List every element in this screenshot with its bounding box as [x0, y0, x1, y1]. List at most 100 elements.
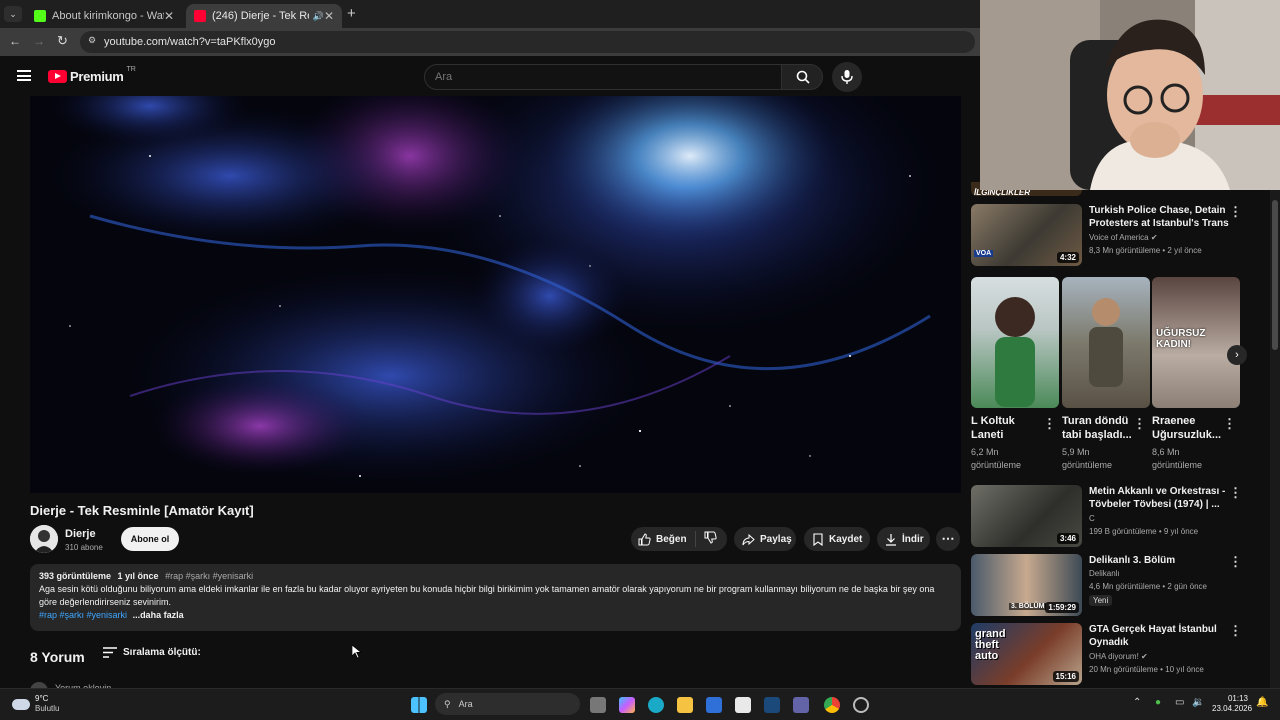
like-dislike-group: Beğen	[631, 527, 727, 551]
subscribe-button[interactable]: Abone ol	[121, 527, 179, 551]
weather-widget[interactable]: 9°C Bulutlu	[12, 694, 59, 714]
short-title[interactable]: L Koltuk Laneti	[971, 414, 1035, 442]
video-frame	[30, 96, 961, 493]
audio-playing-icon[interactable]: 🔊	[313, 11, 324, 22]
video-duration: 3:46	[1056, 533, 1079, 544]
windows-start-icon[interactable]	[411, 697, 427, 713]
more-vert-icon[interactable]: ⋮	[1229, 485, 1242, 501]
video-thumbnail[interactable]: 3. BÖLÜM 1:59:29	[971, 554, 1082, 616]
like-button[interactable]: Beğen	[631, 531, 696, 547]
video-title[interactable]: Turkish Police Chase, Detain Protesters …	[1089, 204, 1229, 230]
back-icon[interactable]: ←	[9, 34, 21, 48]
description-box[interactable]: 393 görüntüleme 1 yıl önce #rap #şarkı #…	[30, 564, 961, 631]
sort-icon	[103, 647, 117, 658]
scrollbar-thumb[interactable]	[1272, 200, 1278, 350]
forward-icon[interactable]: →	[33, 34, 45, 48]
more-vert-icon[interactable]: ⋮	[1043, 416, 1056, 432]
upload-age: 1 yıl önce	[117, 571, 159, 581]
more-vert-icon[interactable]: ⋮	[1229, 554, 1242, 570]
steam-icon[interactable]	[764, 697, 780, 713]
show-more-link[interactable]: ...daha fazla	[133, 610, 184, 620]
short-title[interactable]: Rraenee Uğursuzluk...	[1152, 414, 1224, 442]
address-bar[interactable]: ⚙ youtube.com/watch?v=taPKflx0ygo	[80, 31, 975, 53]
save-label: Kaydet	[829, 533, 863, 545]
mic-tray-icon[interactable]: ●	[1155, 697, 1161, 708]
video-thumbnail[interactable]: VOA 4:32	[971, 204, 1082, 266]
video-title[interactable]: GTA Gerçek Hayat İstanbul Oynadık	[1089, 623, 1229, 649]
taskbar-search-label: Ara	[458, 699, 473, 709]
save-button[interactable]: Kaydet	[804, 527, 870, 551]
tab-youtube[interactable]: (246) Dierje - Tek Resminle 🔊 ✕	[186, 4, 342, 28]
clock[interactable]: 01:13 23.04.2026	[1212, 694, 1253, 714]
view-count: 393 görüntüleme	[39, 571, 112, 581]
more-actions-button[interactable]: ⋯	[936, 527, 960, 551]
video-thumbnail[interactable]: 3:46	[971, 485, 1082, 547]
page-scrollbar[interactable]	[1270, 190, 1280, 688]
video-player[interactable]	[30, 96, 961, 493]
video-title[interactable]: Delikanlı 3. Bölüm	[1089, 554, 1229, 567]
video-stats: 4,6 Mn görüntüleme • 2 gün önce	[1089, 582, 1207, 591]
short-thumbnail[interactable]: UĞURSUZ KADIN!	[1152, 277, 1240, 408]
voice-search-button[interactable]	[832, 62, 862, 92]
top-hashtags[interactable]: #rap #şarkı #yenisarki	[165, 571, 253, 581]
share-button[interactable]: Paylaş	[734, 527, 796, 551]
video-title[interactable]: Metin Akkanlı ve Orkestrası - Tövbeler T…	[1089, 485, 1229, 511]
more-vert-icon[interactable]: ⋮	[1223, 416, 1236, 432]
tab-kick[interactable]: About kirimkongo - Watch Live ✕	[26, 4, 182, 28]
store-icon[interactable]	[735, 697, 751, 713]
dislike-button[interactable]	[696, 531, 717, 547]
cloud-icon	[12, 698, 30, 710]
taskbar-search[interactable]: ⚲ Ara	[435, 693, 580, 715]
thumbs-up-icon	[638, 532, 651, 545]
url-text: youtube.com/watch?v=taPKflx0ygo	[104, 36, 276, 48]
volume-icon[interactable]: 🔉	[1192, 697, 1204, 708]
mail-icon[interactable]	[706, 697, 722, 713]
video-channel[interactable]: C	[1089, 514, 1095, 523]
short-thumbnail[interactable]	[971, 277, 1059, 408]
youtube-favicon-icon	[194, 10, 206, 22]
file-explorer-icon[interactable]	[677, 697, 693, 713]
more-vert-icon[interactable]: ⋮	[1229, 204, 1242, 220]
edge-icon[interactable]	[648, 697, 664, 713]
short-title[interactable]: Turan döndü tabi başladı...	[1062, 414, 1134, 442]
channel-name[interactable]: Dierje	[65, 528, 96, 540]
youtube-logo[interactable]: Premium TR	[48, 66, 136, 84]
description-meta: 393 görüntüleme 1 yıl önce #rap #şarkı #…	[39, 570, 952, 583]
sort-comments-button[interactable]: Sıralama ölçütü:	[103, 647, 201, 658]
search-icon: ⚲	[444, 698, 451, 709]
more-vert-icon[interactable]: ⋮	[1133, 416, 1146, 432]
close-tab-icon[interactable]: ✕	[164, 9, 174, 23]
chrome-icon[interactable]	[824, 697, 840, 713]
avatar-image	[30, 525, 58, 553]
close-tab-icon[interactable]: ✕	[324, 9, 334, 23]
video-channel[interactable]: OHA diyorum! ✔	[1089, 652, 1148, 661]
video-channel[interactable]: Delikanlı	[1089, 569, 1120, 578]
network-icon[interactable]: ▭	[1175, 697, 1184, 708]
site-info-icon[interactable]: ⚙	[88, 35, 96, 46]
video-thumbnail[interactable]: grand theft auto 15:16	[971, 623, 1082, 685]
shorts-next-button[interactable]: ›	[1227, 345, 1247, 365]
mouse-cursor-icon	[352, 645, 362, 659]
notification-bell-icon[interactable]: 🔔	[1256, 697, 1268, 708]
new-tab-button[interactable]: +	[347, 5, 356, 22]
video-channel[interactable]: Voice of America ✔	[1089, 233, 1158, 242]
chevron-up-icon[interactable]: ⌃	[1133, 697, 1141, 708]
clock-date: 23.04.2026	[1212, 704, 1253, 713]
webcam-image	[980, 0, 1280, 190]
teams-icon[interactable]	[793, 697, 809, 713]
menu-icon[interactable]	[17, 70, 31, 81]
tab-search-icon[interactable]: ⌄	[4, 6, 22, 22]
description-footer: #rap #şarkı #yenisarki ...daha fazla	[39, 609, 952, 622]
search-button[interactable]	[781, 64, 823, 90]
more-vert-icon[interactable]: ⋮	[1229, 623, 1242, 639]
copilot-icon[interactable]	[619, 697, 635, 713]
bottom-hashtags[interactable]: #rap #şarkı #yenisarki	[39, 610, 127, 620]
channel-avatar[interactable]	[30, 525, 58, 553]
youtube-play-icon	[48, 70, 67, 83]
short-thumbnail[interactable]	[1062, 277, 1150, 408]
task-view-icon[interactable]	[590, 697, 606, 713]
search-input[interactable]	[424, 64, 782, 90]
download-button[interactable]: İndir	[877, 527, 930, 551]
reload-icon[interactable]: ↻	[57, 33, 68, 49]
settings-icon[interactable]	[853, 697, 869, 713]
